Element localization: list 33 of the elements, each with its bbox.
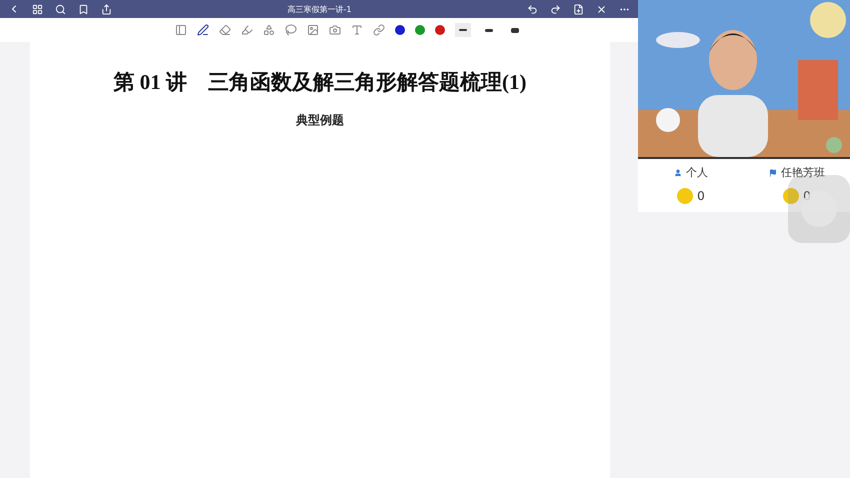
- camera-tool-icon[interactable]: [329, 24, 341, 36]
- grid-icon[interactable]: [32, 4, 43, 14]
- eraser-tool-icon[interactable]: [219, 24, 231, 36]
- score-label: 个人: [686, 165, 708, 180]
- document-subtitle: 典型例题: [296, 112, 344, 129]
- score-count: 0: [697, 189, 705, 203]
- lasso-tool-icon[interactable]: [285, 24, 297, 36]
- window-title: 高三寒假第一讲-1: [286, 4, 352, 14]
- layout-tool-icon[interactable]: [175, 24, 187, 36]
- color-swatch[interactable]: [395, 25, 405, 35]
- undo-icon[interactable]: [527, 4, 538, 14]
- flag-icon: [769, 168, 777, 176]
- color-swatch[interactable]: [415, 25, 425, 35]
- document-title: 第 01 讲 三角函数及解三角形解答题梳理(1): [114, 69, 526, 96]
- score-count: 0: [803, 189, 811, 203]
- add-page-icon[interactable]: [573, 4, 584, 14]
- highlighter-tool-icon[interactable]: [241, 24, 253, 36]
- text-tool-icon[interactable]: [351, 24, 363, 36]
- share-icon[interactable]: [101, 4, 112, 14]
- bookmark-icon[interactable]: [78, 4, 89, 14]
- color-swatch[interactable]: [435, 25, 445, 35]
- coin-icon: [677, 188, 694, 204]
- coin-icon: [783, 188, 800, 204]
- close-icon[interactable]: [596, 4, 607, 14]
- shapes-tool-icon[interactable]: [263, 24, 275, 36]
- redo-icon[interactable]: [550, 4, 561, 14]
- image-tool-icon[interactable]: [307, 24, 319, 36]
- link-tool-icon[interactable]: [373, 24, 385, 36]
- pen-tool-icon[interactable]: [197, 24, 209, 36]
- search-icon[interactable]: [55, 4, 66, 14]
- score-label: 任艳芳班: [781, 165, 825, 180]
- stroke-width-button[interactable]: [455, 23, 471, 37]
- person-icon: [674, 168, 682, 176]
